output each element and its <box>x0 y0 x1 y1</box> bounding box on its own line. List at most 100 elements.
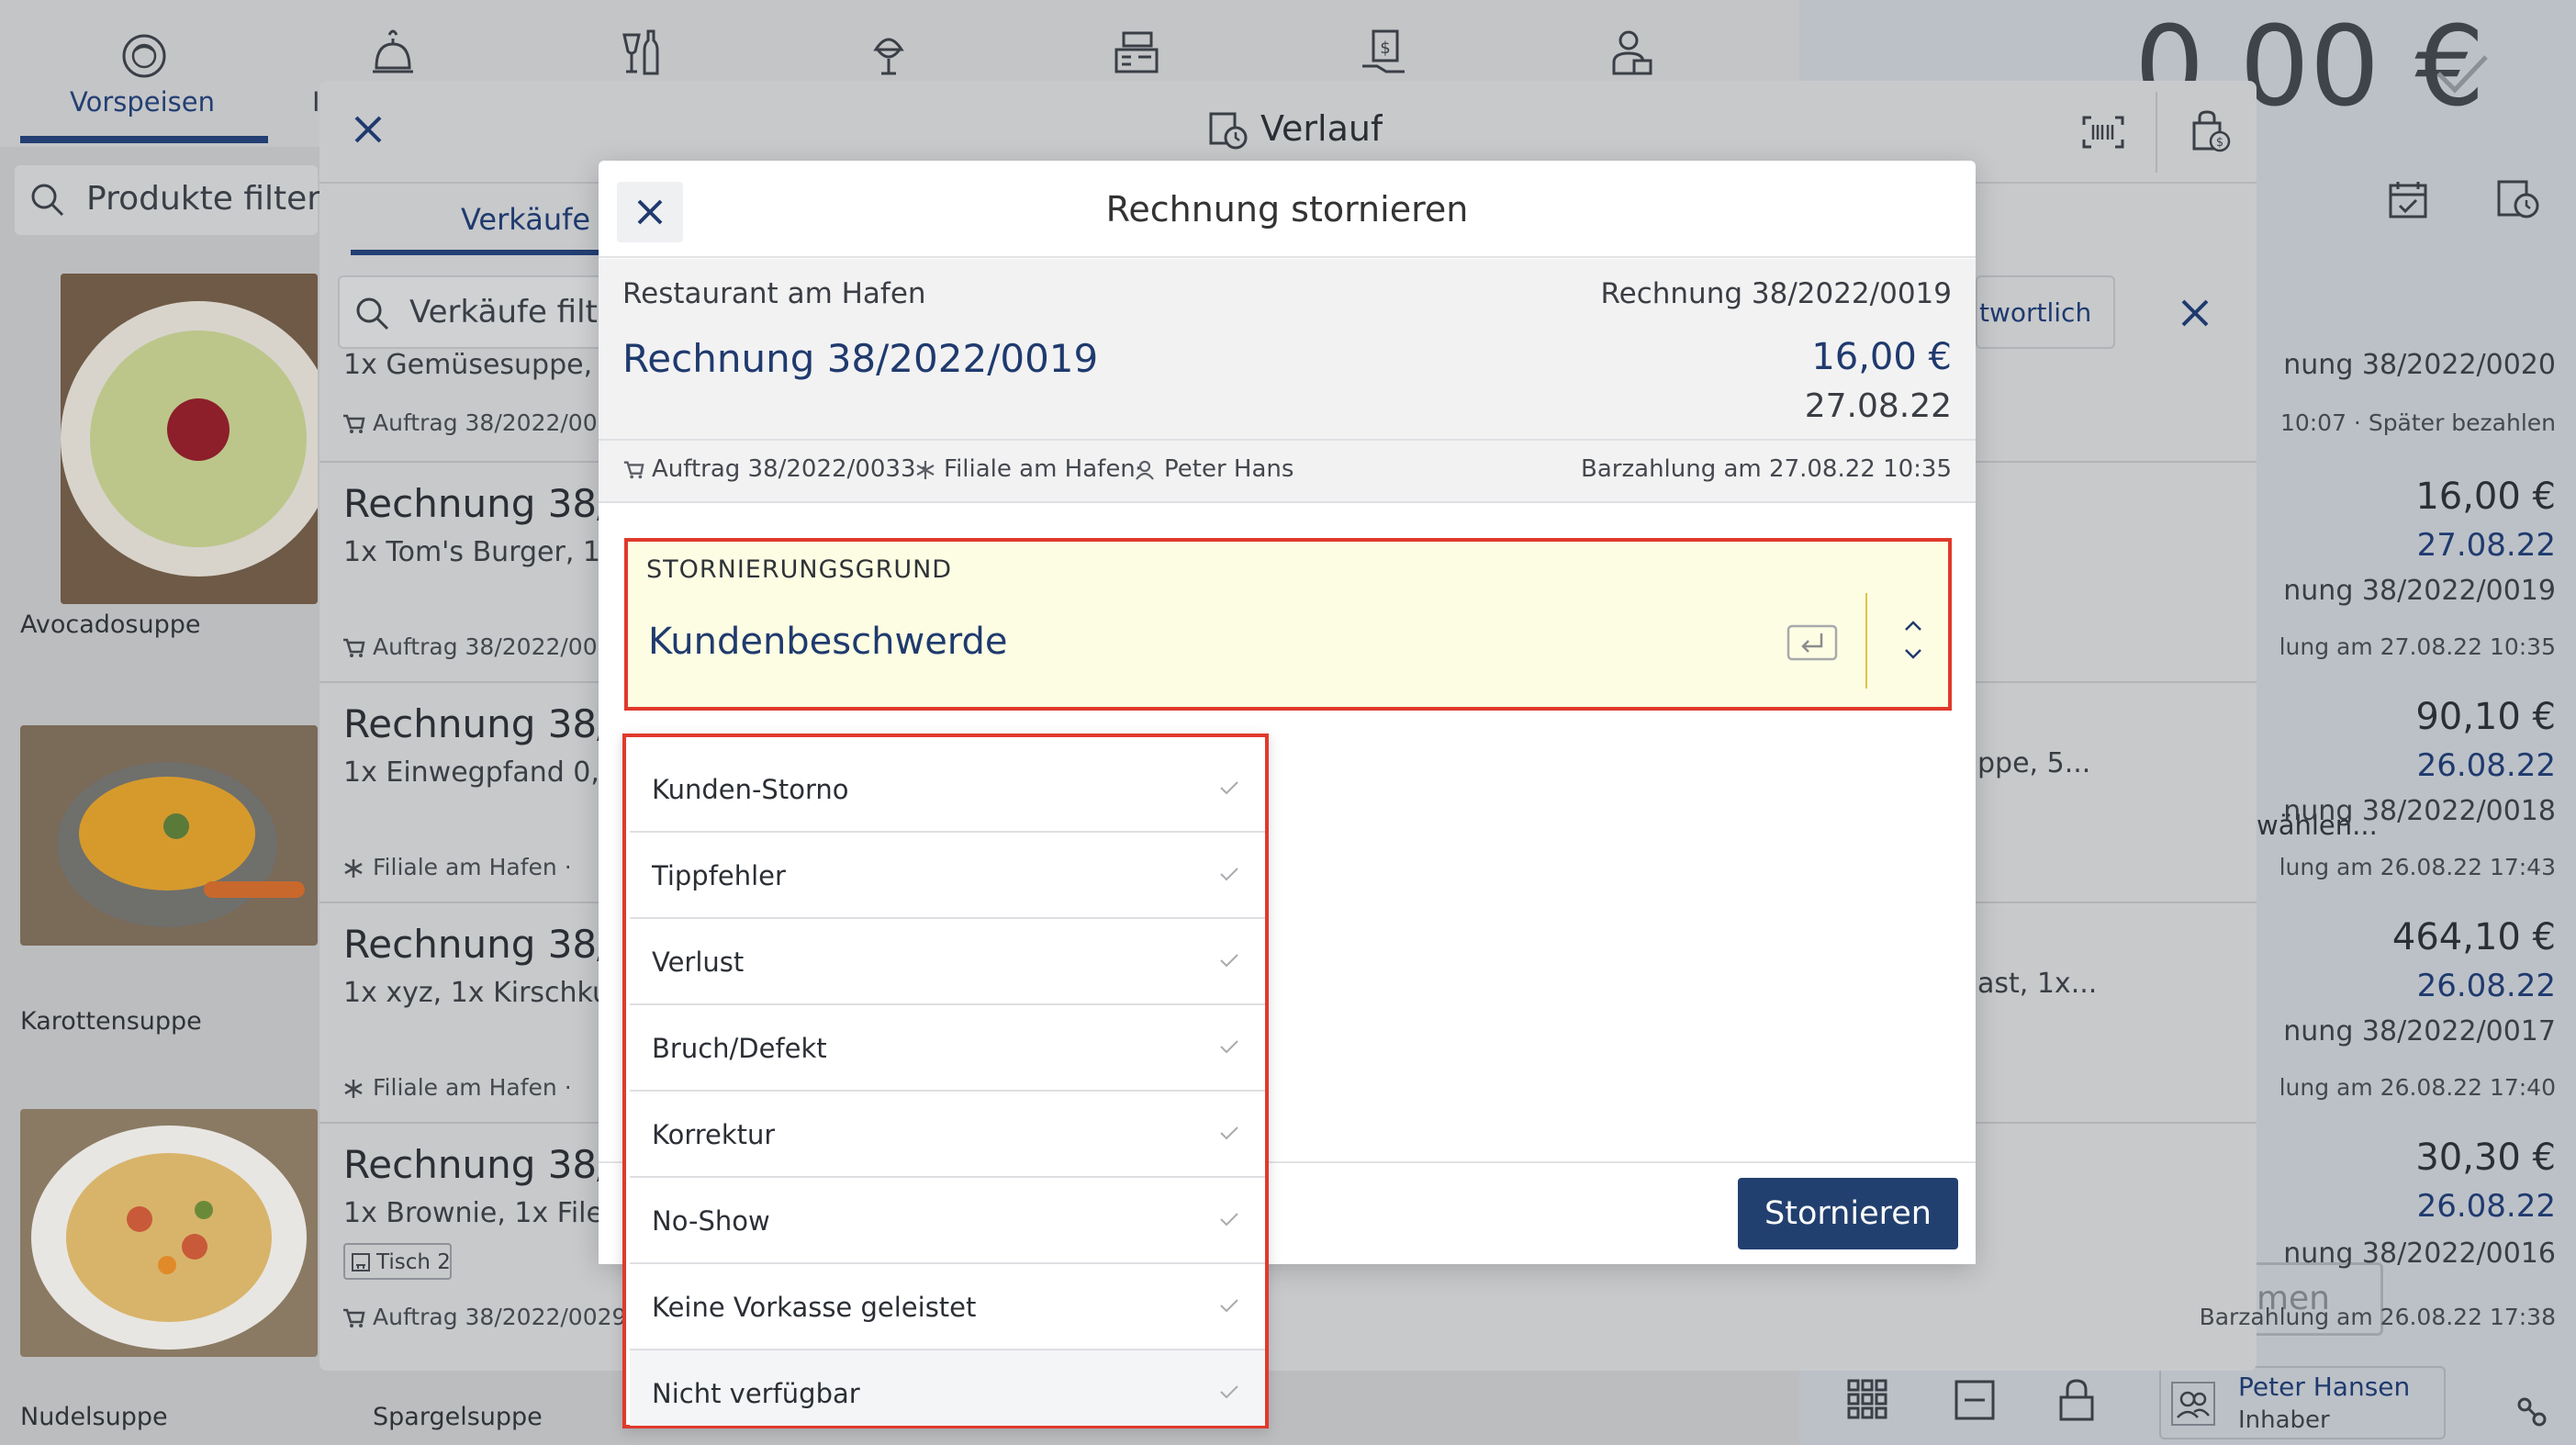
connection-icon[interactable] <box>2515 1395 2567 1441</box>
svg-text:$: $ <box>1380 39 1390 58</box>
check-icon <box>1220 1126 1238 1140</box>
cash-hand-icon[interactable]: $ <box>1359 26 1410 81</box>
avocadosuppe-image <box>61 274 318 604</box>
filter-chip-verantwortlich[interactable]: twortlich <box>1976 275 2115 349</box>
sales-search-placeholder: Verkäufe filtern <box>409 294 602 330</box>
option-tippfehler[interactable]: Tippfehler <box>630 833 1265 919</box>
table-tag-label: Tisch 2 <box>376 1250 451 1274</box>
cancellation-reason-label: STORNIERUNGSGRUND <box>646 555 953 584</box>
product-label-avocadosuppe: Avocadosuppe <box>20 610 201 639</box>
option-no-show[interactable]: No-Show <box>630 1178 1265 1264</box>
shopping-bag-money-icon[interactable]: $ <box>2189 108 2231 152</box>
confirm-check-icon[interactable] <box>2435 51 2490 95</box>
user-device-icon[interactable] <box>1607 26 1658 81</box>
drinks-icon[interactable] <box>617 26 668 81</box>
option-label: No-Show <box>652 1205 770 1237</box>
field-divider <box>1865 593 1867 689</box>
list-item-date: 26.08.22 <box>2416 1188 2556 1225</box>
barcode-scan-icon[interactable] <box>2082 116 2124 149</box>
snowflake-icon <box>344 859 363 878</box>
reason-options-dropdown: Kunden-Storno Tippfehler Verlust Bruch/D… <box>622 734 1269 1428</box>
enter-key-icon[interactable] <box>1786 624 1838 661</box>
minus-square-icon[interactable] <box>1954 1379 1996 1421</box>
karottensuppe-image <box>20 725 318 946</box>
tab-verkaeufe-label: Verkäufe <box>461 202 591 237</box>
active-tab-underline <box>20 136 268 143</box>
active-tab-underline <box>351 250 599 255</box>
product-nudelsuppe[interactable] <box>20 1109 318 1357</box>
check-icon <box>1220 781 1238 795</box>
grid-icon[interactable] <box>1845 1377 1889 1421</box>
clear-filter-icon[interactable] <box>2179 297 2211 329</box>
list-item-invoice-number: nung 38/2022/0016 <box>2283 1238 2556 1270</box>
list-item-products: 1x Einwegpfand 0,25 <box>343 756 619 789</box>
list-item-amount: 90,10 € <box>2415 696 2556 738</box>
product-search-placeholder: Produkte filtern <box>86 180 342 218</box>
list-item-title: Rechnung 38/2 <box>343 922 619 967</box>
register-icon[interactable] <box>1111 26 1162 81</box>
list-item-order: Auftrag 38/2022/0029 <box>373 1304 627 1330</box>
option-label: Nicht verfügbar <box>652 1378 860 1409</box>
snowflake-icon <box>916 461 935 479</box>
summary-divider <box>599 439 1976 441</box>
tab-vorspeisen-label: Vorspeisen <box>70 86 215 118</box>
list-item-date: 26.08.22 <box>2416 968 2556 1004</box>
option-label: Verlust <box>652 947 745 978</box>
check-icon <box>1220 1040 1238 1054</box>
list-item-products: 1x Gemüsesuppe, 1x <box>343 349 619 381</box>
invoice-order: Auftrag 38/2022/0033 <box>652 455 916 483</box>
list-item-invoice-number: nung 38/2022/0017 <box>2283 1015 2556 1047</box>
product-search-input[interactable]: Produkte filtern <box>15 165 341 235</box>
dessert-icon[interactable] <box>863 26 914 81</box>
product-label-nudelsuppe: Nudelsuppe <box>20 1403 168 1431</box>
sales-search-input[interactable]: Verkäufe filtern <box>338 275 604 349</box>
user-card[interactable]: Peter Hansen Inhaber <box>2159 1366 2446 1439</box>
tab-verkaeufe[interactable]: Verkäufe <box>351 185 599 259</box>
cart-icon <box>343 1308 365 1327</box>
list-item-branch: Filiale am Hafen · <box>373 1074 572 1101</box>
lock-icon[interactable] <box>2056 1377 2097 1423</box>
list-item-title: Rechnung 38/2 <box>343 481 619 526</box>
svg-text:$: $ <box>2216 136 2223 150</box>
cart-icon <box>343 414 365 433</box>
check-icon <box>1220 868 1238 881</box>
stornieren-button[interactable]: Stornieren <box>1738 1178 1958 1249</box>
option-nicht-verfuegbar[interactable]: Nicht verfügbar <box>630 1350 1265 1426</box>
product-avocadosuppe[interactable] <box>61 274 318 604</box>
product-karottensuppe[interactable] <box>20 725 318 946</box>
chevron-up-down-icon[interactable] <box>1900 615 1926 665</box>
list-item-payment: Barzahlung am 26.08.22 17:38 <box>2199 1304 2556 1330</box>
calendar-check-icon[interactable] <box>2387 178 2429 220</box>
invoice-payment: Barzahlung am 27.08.22 10:35 <box>1581 455 1952 483</box>
option-verlust[interactable]: Verlust <box>630 919 1265 1005</box>
list-item-invoice-number: nung 38/2022/0020 <box>2283 349 2556 381</box>
user-role: Inhaber <box>2238 1406 2330 1434</box>
option-bruch-defekt[interactable]: Bruch/Defekt <box>630 1005 1265 1092</box>
option-korrektur[interactable]: Korrektur <box>630 1092 1265 1178</box>
invoice-date: 27.08.22 <box>1804 387 1952 425</box>
list-item-payment: lung am 26.08.22 17:43 <box>2279 854 2556 880</box>
option-kunden-storno[interactable]: Kunden-Storno <box>630 746 1265 833</box>
list-item-invoice-number: nung 38/2022/0019 <box>2283 575 2556 607</box>
option-label: Kunden-Storno <box>652 774 849 805</box>
list-item-products: 1x Brownie, 1x Filet I <box>343 1197 619 1229</box>
history-icon <box>1209 112 1248 150</box>
nudelsuppe-image <box>20 1109 318 1357</box>
close-icon <box>637 199 663 225</box>
cancellation-reason-value[interactable]: Kundenbeschwerde <box>648 621 1008 663</box>
list-item-payment: lung am 26.08.22 17:40 <box>2279 1074 2556 1101</box>
option-label: Bruch/Defekt <box>652 1033 827 1064</box>
tab-vorspeisen[interactable]: Vorspeisen <box>0 0 285 147</box>
history-icon[interactable] <box>2495 176 2541 222</box>
option-keine-vorkasse[interactable]: Keine Vorkasse geleistet <box>630 1264 1265 1350</box>
option-label: Keine Vorkasse geleistet <box>652 1292 977 1323</box>
list-item-invoice-number: nung 38/2022/0018 <box>2283 795 2556 827</box>
close-button[interactable] <box>617 182 683 242</box>
cloche-icon[interactable] <box>367 26 419 81</box>
list-item-payment: 10:07 · Später bezahlen <box>2279 409 2556 436</box>
list-item-date: 27.08.22 <box>2416 527 2556 564</box>
close-icon[interactable] <box>353 114 384 145</box>
restaurant-name: Restaurant am Hafen <box>622 277 926 310</box>
list-item-amount: 16,00 € <box>2415 476 2556 518</box>
list-item-products: 1x Tom's Burger, 1x I <box>343 536 619 568</box>
